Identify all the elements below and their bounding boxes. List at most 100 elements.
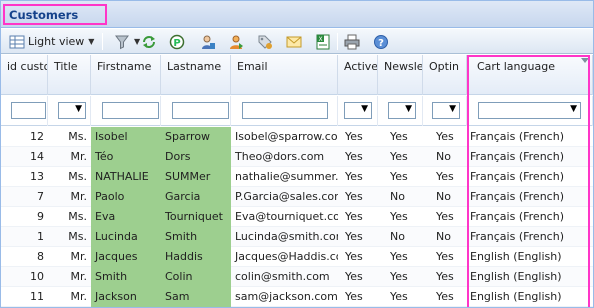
filter-firstname-input[interactable] [102, 102, 159, 119]
col-header-firstname[interactable]: Firstname [91, 55, 161, 95]
filter-lastname-input[interactable] [172, 102, 229, 119]
light-view-button[interactable]: Light view ▼ [9, 32, 94, 51]
table-row[interactable]: 1 Ms. Lucinda Smith Lucinda@smith.com Ye… [1, 227, 593, 247]
table-row[interactable]: 13 Ms. NATHALIE SUMMer nathalie@summer.c… [1, 167, 593, 187]
cell-title: Mr. [70, 190, 88, 203]
cell-title: Ms. [68, 130, 87, 143]
dropdown-arrow-icon: ▼ [570, 104, 577, 114]
filter-optin-select[interactable]: ▼ [432, 102, 460, 119]
cell-active: Yes [345, 290, 363, 303]
cell-active: Yes [345, 170, 363, 183]
filter-title-select[interactable]: ▼ [58, 102, 86, 119]
chevron-down-icon: ▼ [88, 37, 95, 46]
svg-text:X: X [318, 36, 322, 43]
table-row[interactable]: 7 Mr. Paolo Garcia P.Garcia@sales.com Ye… [1, 187, 593, 207]
edit-customer-icon [200, 34, 216, 50]
cell-active: Yes [345, 190, 363, 203]
cell-optin: Yes [436, 130, 454, 143]
cell-email: Theo@dors.com [235, 150, 325, 163]
export-excel-icon: X [315, 34, 331, 50]
cell-email: sam@jackson.com [235, 290, 338, 303]
light-view-label: Light view [28, 35, 85, 48]
cell-lastname: Dors [161, 147, 231, 167]
dropdown-arrow-icon: ▼ [405, 104, 412, 114]
export-excel-button[interactable]: X [315, 32, 331, 51]
dropdown-arrow-icon: ▼ [449, 104, 456, 114]
col-header-active[interactable]: Active [338, 55, 378, 95]
filter-newsletter-select[interactable]: ▼ [388, 102, 416, 119]
cell-id: 14 [30, 150, 44, 163]
table-row[interactable]: 8 Mr. Jacques Haddis Jacques@Haddis.co Y… [1, 247, 593, 267]
cell-cart-language: English (English) [470, 290, 562, 303]
tag-button[interactable] [257, 32, 273, 51]
filter-icon [114, 34, 130, 50]
filter-email-input[interactable] [242, 102, 328, 119]
cell-title: Mr. [70, 270, 88, 283]
cell-email: Eva@tourniquet.co [235, 210, 338, 223]
cell-lastname: Colin [161, 267, 231, 287]
cell-lastname: Tourniquet [161, 207, 231, 227]
cell-title: Mr. [70, 150, 88, 163]
refresh-button[interactable] [141, 32, 157, 51]
cell-cart-language: Français (French) [470, 190, 564, 203]
cell-lastname: Garcia [161, 187, 231, 207]
cell-title: Mr. [70, 290, 88, 303]
filter-row: ▼ ▼ ▼ ▼ ▼ [1, 96, 593, 126]
cell-cart-language: English (English) [470, 250, 562, 263]
cell-email: P.Garcia@sales.com [235, 190, 338, 203]
help-button[interactable]: ? [373, 32, 389, 51]
print-button[interactable] [344, 32, 360, 51]
col-header-title[interactable]: Title [48, 55, 91, 95]
cell-cart-language: Français (French) [470, 230, 564, 243]
add-customer-icon: P [169, 34, 185, 50]
cell-active: Yes [345, 210, 363, 223]
cell-title: Mr. [70, 250, 88, 263]
add-customer-button[interactable]: P [169, 32, 185, 51]
toolbar: Light view ▼ ▼ P X ? [1, 29, 593, 54]
email-icon [286, 34, 302, 50]
help-icon: ? [373, 34, 389, 50]
panel-header: Customers [1, 1, 593, 28]
col-header-optin[interactable]: Optin [423, 55, 467, 95]
filter-id-input[interactable] [11, 102, 46, 119]
cell-active: Yes [345, 270, 363, 283]
filter-button[interactable]: ▼ [114, 32, 140, 51]
grid-header: id custom Title Firstname Lastname Email… [1, 55, 593, 95]
grid-view-icon [9, 34, 25, 50]
cell-title: Ms. [68, 230, 87, 243]
print-icon [344, 34, 360, 50]
cell-firstname: Isobel [91, 127, 161, 147]
email-button[interactable] [286, 32, 302, 51]
cell-newsletter: Yes [390, 290, 408, 303]
cell-cart-language: English (English) [470, 270, 562, 283]
col-header-lastname[interactable]: Lastname [161, 55, 231, 95]
sort-icon[interactable] [581, 58, 589, 63]
cell-optin: Yes [436, 270, 454, 283]
cell-active: Yes [345, 250, 363, 263]
table-row[interactable]: 10 Mr. Smith Colin colin@smith.com Yes Y… [1, 267, 593, 287]
group-button[interactable] [228, 32, 244, 51]
cell-email: Lucinda@smith.com [235, 230, 338, 243]
cell-email: Isobel@sparrow.com [235, 130, 338, 143]
cell-active: Yes [345, 130, 363, 143]
dropdown-arrow-icon: ▼ [361, 104, 368, 114]
filter-cart-language-select[interactable]: ▼ [478, 102, 581, 119]
svg-text:P: P [173, 38, 180, 49]
cell-lastname: Sparrow [161, 127, 231, 147]
col-header-newsletter[interactable]: Newsle [378, 55, 423, 95]
filter-active-select[interactable]: ▼ [344, 102, 372, 119]
edit-customer-button[interactable] [200, 32, 216, 51]
panel-title: Customers [3, 4, 107, 25]
col-header-id[interactable]: id custom [1, 55, 48, 95]
tag-icon [257, 34, 273, 50]
cell-email: colin@smith.com [235, 270, 330, 283]
col-header-email[interactable]: Email [231, 55, 338, 95]
cell-optin: No [436, 230, 451, 243]
refresh-icon [141, 34, 157, 50]
table-row[interactable]: 12 Ms. Isobel Sparrow Isobel@sparrow.com… [1, 127, 593, 147]
cell-active: Yes [345, 230, 363, 243]
table-row[interactable]: 14 Mr. Téo Dors Theo@dors.com Yes Yes No… [1, 147, 593, 167]
col-header-cart-language[interactable]: Cart language [467, 55, 593, 95]
table-row[interactable]: 11 Mr. Jackson Sam sam@jackson.com Yes Y… [1, 287, 593, 307]
table-row[interactable]: 9 Ms. Eva Tourniquet Eva@tourniquet.co Y… [1, 207, 593, 227]
